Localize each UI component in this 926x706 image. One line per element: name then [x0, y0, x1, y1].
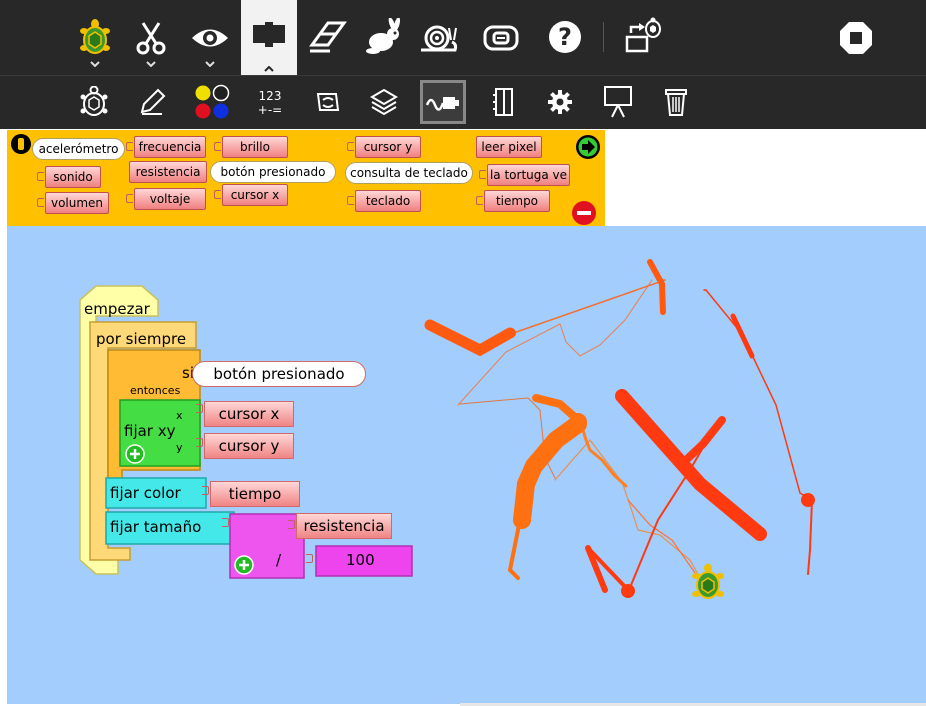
block-connector: [202, 486, 209, 495]
setsize-denominator[interactable]: 100: [346, 551, 375, 569]
divide-operator: /: [276, 551, 282, 569]
setcolor-block-label: fijar color: [110, 484, 181, 502]
program-stack[interactable]: [0, 0, 926, 706]
setxy-y-value[interactable]: cursor y: [204, 433, 294, 459]
block-connector: [222, 518, 229, 527]
block-connector: [288, 520, 295, 529]
setxy-block-label: fijar xy: [124, 422, 176, 440]
block-connector: [196, 438, 203, 447]
start-block-label: empezar: [84, 300, 150, 318]
block-connector: [306, 554, 313, 563]
setxy-x-label: x: [176, 409, 183, 422]
expand-icon: [125, 444, 145, 464]
setxy-y-label: y: [176, 441, 183, 454]
setcolor-value[interactable]: tiempo: [210, 481, 300, 507]
setsize-numerator[interactable]: resistencia: [296, 513, 392, 539]
condition-boton-presionado[interactable]: botón presionado: [192, 361, 366, 387]
setsize-block-label: fijar tamaño: [110, 518, 202, 536]
forever-block-label: por siempre: [96, 330, 187, 348]
block-connector: [196, 404, 203, 413]
expand-icon: [234, 555, 254, 575]
then-label: entonces: [130, 384, 181, 397]
setxy-x-value[interactable]: cursor x: [204, 401, 294, 427]
